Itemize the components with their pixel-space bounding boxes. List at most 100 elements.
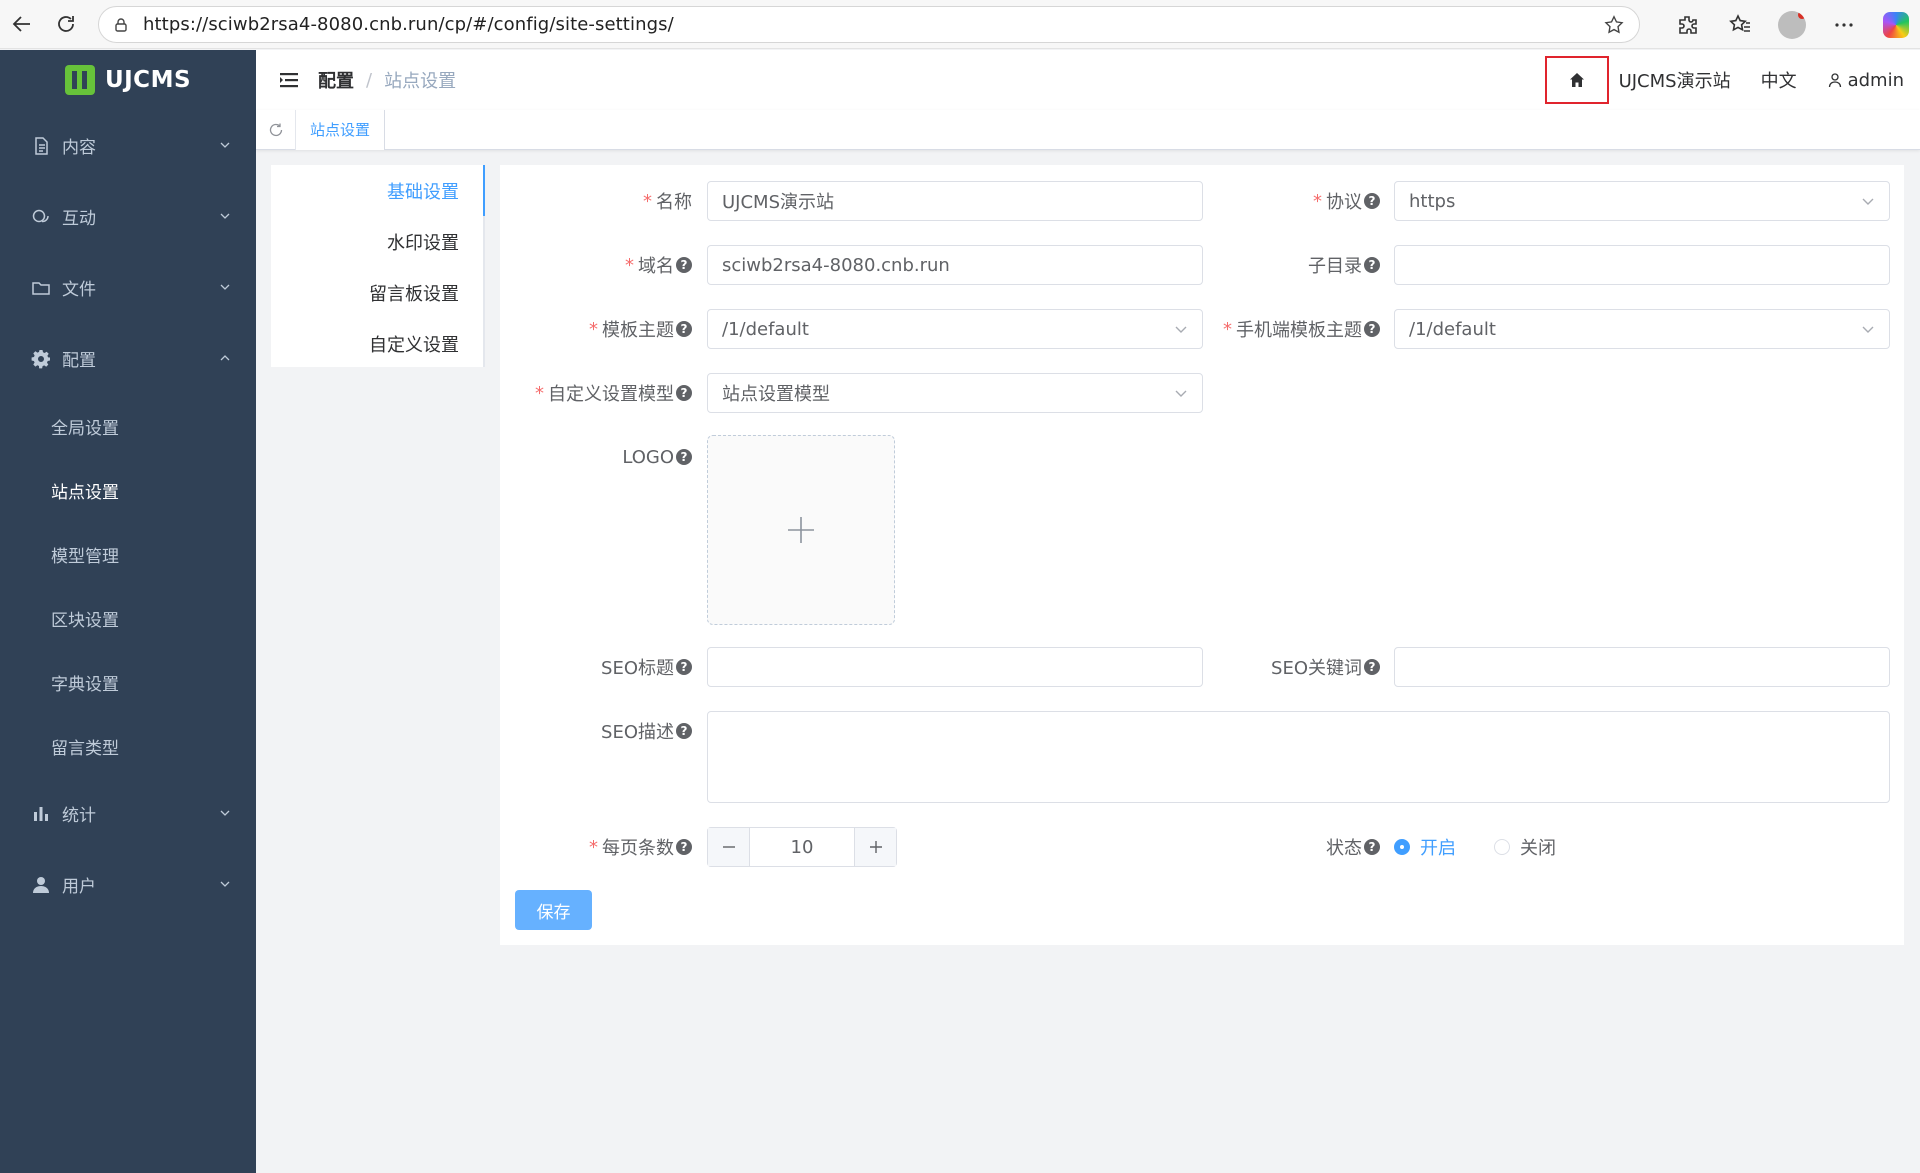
theme-select[interactable]: /1/default <box>707 309 1203 349</box>
decrement-button[interactable] <box>708 828 750 866</box>
increment-button[interactable] <box>854 828 896 866</box>
menu-files-label: 文件 <box>62 280 96 300</box>
seo-keywords-input[interactable] <box>1394 647 1890 687</box>
name-input[interactable]: UJCMS演示站 <box>707 181 1203 221</box>
domain-label-text: 域名 <box>638 256 674 277</box>
protocol-select[interactable]: https <box>1394 181 1890 221</box>
chevron-down-icon <box>220 881 230 887</box>
help-icon[interactable]: ? <box>1364 659 1380 675</box>
theme-value: /1/default <box>722 318 809 340</box>
seo-keywords-label: SEO关键词 ? <box>1200 647 1380 687</box>
page-size-value[interactable]: 10 <box>750 828 854 866</box>
more-icon[interactable] <box>1824 5 1864 45</box>
status-off-radio[interactable]: 关闭 <box>1494 834 1556 860</box>
mobile-theme-value: /1/default <box>1409 318 1496 340</box>
home-icon <box>1569 73 1584 87</box>
save-button[interactable]: 保存 <box>515 890 592 930</box>
required-mark: * <box>535 382 544 404</box>
copilot-icon[interactable] <box>1876 5 1916 45</box>
chevron-down-icon <box>1862 198 1874 205</box>
favorite-star-icon[interactable] <box>1603 14 1625 36</box>
menu-interaction[interactable]: 互动 <box>0 181 256 252</box>
settings-menu-basic[interactable]: 基础设置 <box>271 165 485 216</box>
seo-title-label: SEO标题 ? <box>500 647 692 687</box>
help-icon[interactable]: ? <box>676 257 692 273</box>
settings-menu: 基础设置 水印设置 留言板设置 自定义设置 <box>271 165 485 367</box>
profile-avatar[interactable] <box>1772 5 1812 45</box>
help-icon[interactable]: ? <box>676 449 692 465</box>
logo-text: UJCMS <box>104 67 192 93</box>
site-settings-form: * 名称 UJCMS演示站 * 协议 ? https * 域名 ? sciwb2… <box>500 165 1904 945</box>
chevron-up-icon <box>220 355 230 361</box>
help-icon[interactable]: ? <box>676 385 692 401</box>
submenu-site-settings[interactable]: 站点设置 <box>0 458 256 522</box>
help-icon[interactable]: ? <box>1364 321 1380 337</box>
radio-dot <box>1494 839 1510 855</box>
help-icon[interactable]: ? <box>676 659 692 675</box>
hamburger-icon[interactable] <box>278 69 300 91</box>
seo-title-input[interactable] <box>707 647 1203 687</box>
status-radio-group: 开启 关闭 <box>1394 827 1594 867</box>
settings-menu-message-board[interactable]: 留言板设置 <box>271 267 483 318</box>
help-icon[interactable]: ? <box>676 839 692 855</box>
domain-input[interactable]: sciwb2rsa4-8080.cnb.run <box>707 245 1203 285</box>
user-name: admin <box>1847 69 1904 91</box>
radio-dot <box>1394 839 1410 855</box>
status-off-label: 关闭 <box>1520 838 1556 859</box>
chevron-down-icon <box>220 810 230 816</box>
protocol-label: * 协议 ? <box>1200 181 1380 221</box>
submenu-model-management[interactable]: 模型管理 <box>0 522 256 586</box>
menu-stats[interactable]: 统计 <box>0 778 256 849</box>
page-size-label: * 每页条数 ? <box>500 827 692 867</box>
protocol-label-text: 协议 <box>1326 192 1362 213</box>
address-bar[interactable]: https://sciwb2rsa4-8080.cnb.run/cp/#/con… <box>98 6 1640 43</box>
mobile-theme-label: * 手机端模板主题 ? <box>1200 309 1380 349</box>
seo-desc-textarea[interactable] <box>707 711 1890 803</box>
seo-desc-label-text: SEO描述 <box>601 722 674 743</box>
sidebar: UJCMS 内容 互动 文件 配置 全局设置 站点设置 模型管理 区块设置 字典… <box>0 50 256 1173</box>
menu-config[interactable]: 配置 <box>0 323 256 394</box>
custom-model-label: * 自定义设置模型 ? <box>500 373 692 413</box>
required-mark: * <box>643 190 652 212</box>
user-menu[interactable]: admin <box>1827 70 1904 91</box>
menu-users[interactable]: 用户 <box>0 849 256 920</box>
url-text: https://sciwb2rsa4-8080.cnb.run/cp/#/con… <box>143 14 674 35</box>
help-icon[interactable]: ? <box>1364 839 1380 855</box>
submenu-dict-settings[interactable]: 字典设置 <box>0 650 256 714</box>
logo-mark-icon <box>64 65 95 95</box>
refresh-icon[interactable] <box>256 109 296 150</box>
subdir-label-text: 子目录 <box>1308 256 1362 277</box>
custom-model-select[interactable]: 站点设置模型 <box>707 373 1203 413</box>
gear-icon <box>30 348 52 370</box>
reload-icon[interactable] <box>46 4 86 44</box>
name-label: * 名称 <box>500 181 692 221</box>
submenu-global-settings[interactable]: 全局设置 <box>0 394 256 458</box>
name-label-text: 名称 <box>656 192 692 213</box>
settings-menu-custom[interactable]: 自定义设置 <box>271 318 483 369</box>
help-icon[interactable]: ? <box>1364 257 1380 273</box>
logo-upload[interactable] <box>707 435 895 625</box>
site-switcher[interactable]: UJCMS演示站 <box>1619 67 1731 93</box>
submenu-block-settings[interactable]: 区块设置 <box>0 586 256 650</box>
settings-menu-watermark[interactable]: 水印设置 <box>271 216 483 267</box>
tab-site-settings[interactable]: 站点设置 <box>296 109 386 150</box>
status-on-radio[interactable]: 开启 <box>1394 834 1456 860</box>
help-icon[interactable]: ? <box>676 723 692 739</box>
subdir-input[interactable] <box>1394 245 1890 285</box>
browser-toolbar: https://sciwb2rsa4-8080.cnb.run/cp/#/con… <box>0 0 1920 49</box>
logo[interactable]: UJCMS <box>0 50 256 110</box>
language-switcher[interactable]: 中文 <box>1761 67 1797 93</box>
extensions-icon[interactable] <box>1668 5 1708 45</box>
mobile-theme-select[interactable]: /1/default <box>1394 309 1890 349</box>
back-icon[interactable] <box>2 4 42 44</box>
submenu-message-types[interactable]: 留言类型 <box>0 714 256 778</box>
home-button[interactable] <box>1544 56 1609 104</box>
help-icon[interactable]: ? <box>676 321 692 337</box>
domain-label: * 域名 ? <box>500 245 692 285</box>
help-icon[interactable]: ? <box>1364 193 1380 209</box>
menu-content[interactable]: 内容 <box>0 110 256 181</box>
breadcrumb-parent[interactable]: 配置 <box>318 67 354 93</box>
favorites-icon[interactable] <box>1720 5 1760 45</box>
menu-content-label: 内容 <box>62 138 96 158</box>
menu-files[interactable]: 文件 <box>0 252 256 323</box>
